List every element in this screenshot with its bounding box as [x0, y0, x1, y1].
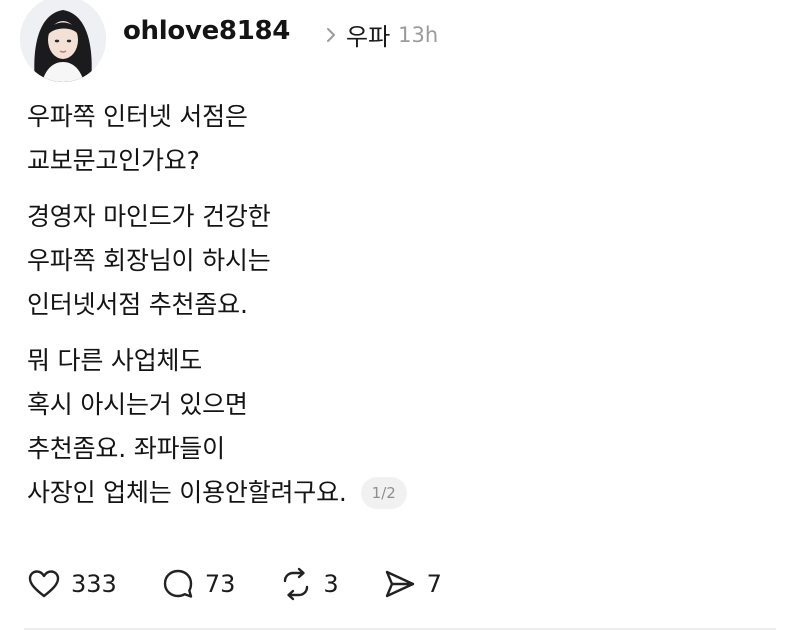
post-line: 우파쪽 회장님이 하시는 — [27, 246, 271, 275]
avatar[interactable] — [20, 0, 106, 82]
comment-icon — [163, 569, 193, 598]
chevron-right-icon — [327, 27, 335, 42]
page-indicator[interactable]: 1/2 — [360, 477, 407, 509]
like-button[interactable]: 333 — [27, 567, 117, 601]
send-icon — [385, 570, 414, 598]
repost-button[interactable]: 3 — [279, 567, 339, 601]
post-line-last: 사장인 업체는 이용안할려구요. 1/2 — [27, 471, 767, 515]
heart-icon — [28, 570, 60, 598]
divider — [24, 628, 776, 630]
community-breadcrumb: 우파 13h — [323, 17, 438, 52]
post-line: 경영자 마인드가 건강한 — [27, 202, 271, 231]
post-paragraph: 우파쪽 인터넷 서점은 교보문고인가요? — [27, 95, 767, 183]
post-line: 교보문고인가요? — [27, 146, 200, 175]
post-paragraph: 뭐 다른 사업체도 혹시 아시는거 있으면 추천좀요. 좌파들이 사장인 업체는… — [27, 339, 767, 515]
community-name[interactable]: 우파 — [346, 17, 390, 52]
author-username[interactable]: ohlove8184 — [123, 16, 290, 46]
share-button[interactable]: 7 — [383, 567, 442, 601]
post-body: 우파쪽 인터넷 서점은 교보문고인가요? 경영자 마인드가 건강한 우파쪽 회장… — [27, 95, 767, 515]
post-timestamp: 13h — [398, 22, 439, 47]
like-count: 333 — [71, 570, 117, 598]
avatar-image — [20, 0, 106, 82]
repost-icon — [284, 567, 309, 601]
post-line: 우파쪽 인터넷 서점은 — [27, 102, 248, 131]
post-line: 혹시 아시는거 있으면 — [27, 390, 248, 419]
post-paragraph: 경영자 마인드가 건강한 우파쪽 회장님이 하시는 인터넷서점 추천좀요. — [27, 195, 767, 327]
share-count: 7 — [426, 570, 442, 598]
comment-button[interactable]: 73 — [161, 567, 236, 601]
action-bar: 333 73 3 7 — [27, 562, 486, 606]
post-header: ohlove8184 우파 13h — [20, 0, 780, 82]
post-line: 추천좀요. 좌파들이 — [27, 434, 225, 463]
post-line: 뭐 다른 사업체도 — [27, 346, 203, 375]
post-line: 인터넷서점 추천좀요. — [27, 290, 248, 319]
comment-count: 73 — [204, 570, 236, 598]
repost-count: 3 — [323, 570, 339, 598]
post-line-text: 사장인 업체는 이용안할려구요. — [27, 478, 347, 507]
